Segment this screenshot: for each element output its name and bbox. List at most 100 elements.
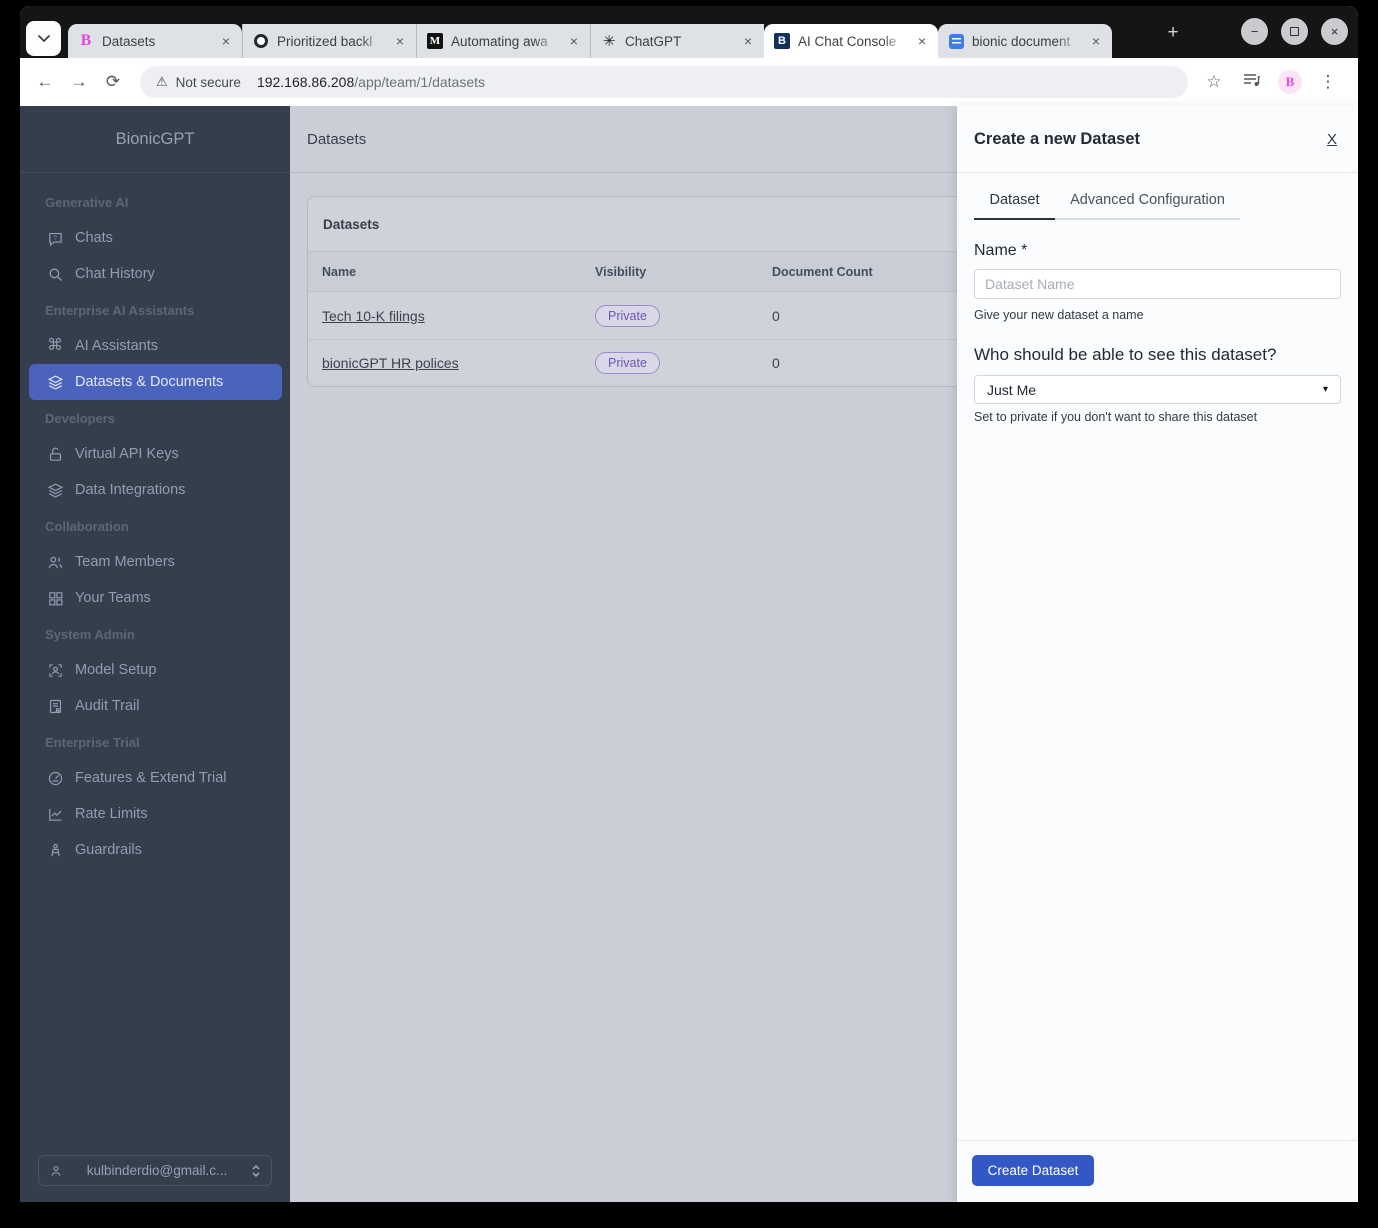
maximize-icon <box>1290 27 1299 36</box>
tab-close-icon[interactable]: × <box>392 33 408 49</box>
sidebar-item-label: Audit Trail <box>75 698 140 714</box>
tab-search-button[interactable] <box>26 21 61 56</box>
sidebar-item-team-members[interactable]: Team Members <box>20 544 290 580</box>
not-secure-warning-icon: ⚠ <box>156 74 168 89</box>
media-playlist-icon[interactable] <box>1240 72 1264 92</box>
visibility-label: Who should be able to see this dataset? <box>974 345 1277 364</box>
playlist-glyph <box>1244 74 1260 86</box>
sidebar-item-ai-assistants[interactable]: ⌘ AI Assistants <box>20 328 290 364</box>
sidebar-item-virtual-api-keys[interactable]: Virtual API Keys <box>20 436 290 472</box>
dataset-link[interactable]: bionicGPT HR polices <box>322 355 459 371</box>
new-tab-button[interactable]: + <box>1160 20 1186 46</box>
audit-document-icon <box>46 697 64 715</box>
sidebar-item-label: Team Members <box>75 554 175 570</box>
tab-automating[interactable]: M Automating awa × <box>416 24 590 58</box>
search-icon <box>46 265 64 283</box>
browser-menu-icon[interactable]: ⋮ <box>1316 72 1340 92</box>
bionicgpt-navy-favicon: B <box>774 33 790 49</box>
sidebar-nav: Generative AI ? Chats Chat History Enter… <box>20 173 290 868</box>
github-favicon <box>253 33 269 49</box>
bionicgpt-extension-icon[interactable]: B <box>1278 70 1302 94</box>
visibility-badge: Private <box>595 304 660 327</box>
sidebar-item-label: AI Assistants <box>75 338 159 354</box>
section-system-admin: System Admin <box>45 626 135 642</box>
chat-bubble-icon: ? <box>46 229 64 247</box>
unlock-icon <box>46 445 64 463</box>
address-bar[interactable]: ⚠ Not secure 192.168.86.208/app/team/1/d… <box>140 66 1188 98</box>
layers-icon <box>46 481 64 499</box>
sidebar-item-your-teams[interactable]: Your Teams <box>20 580 290 616</box>
chevron-down-icon <box>37 34 50 42</box>
minimize-button[interactable]: − <box>1241 18 1268 45</box>
sidebar-item-model-setup[interactable]: Model Setup <box>20 652 290 688</box>
panel-tabs: Dataset Advanced Configuration <box>974 192 1341 220</box>
toolbar-right-cluster: ☆ B ⋮ <box>1202 70 1340 94</box>
security-label[interactable]: Not secure <box>176 75 241 90</box>
docs-favicon <box>948 33 964 49</box>
sidebar-item-rate-limits[interactable]: Rate Limits <box>20 796 290 832</box>
dataset-name-input[interactable] <box>974 269 1341 299</box>
tab-advanced-configuration[interactable]: Advanced Configuration <box>1055 192 1240 220</box>
tab-datasets[interactable]: B Datasets × <box>68 24 242 58</box>
tab-close-icon[interactable]: × <box>740 33 756 49</box>
tab-bionic-document[interactable]: bionic document × <box>938 24 1112 58</box>
visibility-badge: Private <box>595 352 660 374</box>
sidebar-item-datasets-documents[interactable]: Datasets & Documents <box>29 364 282 400</box>
section-generative-ai: Generative AI <box>45 194 129 210</box>
close-panel-button[interactable]: X <box>1327 131 1337 148</box>
user-email: kulbinderdio@gmail.c... <box>86 1163 228 1178</box>
sidebar-item-features-extend-trial[interactable]: Features & Extend Trial <box>20 760 290 796</box>
forward-button[interactable]: → <box>62 65 96 99</box>
layers-icon <box>46 373 64 391</box>
sidebar: BionicGPT Generative AI ? Chats Chat His… <box>20 106 290 1202</box>
sidebar-item-label: Features & Extend Trial <box>75 770 227 786</box>
column-header-name: Name <box>322 264 357 279</box>
browser-window: B Datasets × Prioritized backl × M Autom… <box>20 6 1358 1202</box>
page-title: Datasets <box>307 130 367 148</box>
sidebar-item-chats[interactable]: ? Chats <box>20 220 290 256</box>
sidebar-item-data-integrations[interactable]: Data Integrations <box>20 472 290 508</box>
panel-footer: Create Dataset <box>957 1140 1358 1202</box>
sidebar-item-label: Data Integrations <box>75 482 186 498</box>
sidebar-item-guardrails[interactable]: Guardrails <box>20 832 290 868</box>
create-dataset-button[interactable]: Create Dataset <box>972 1155 1094 1186</box>
tab-dataset[interactable]: Dataset <box>974 192 1055 220</box>
sidebar-item-label: Guardrails <box>75 842 142 858</box>
app-brand: BionicGPT <box>20 106 290 173</box>
panel-title: Create a new Dataset <box>974 129 1140 148</box>
tab-close-icon[interactable]: × <box>1088 33 1104 49</box>
bionicgpt-pink-favicon: B <box>80 32 92 49</box>
sidebar-item-audit-trail[interactable]: Audit Trail <box>20 688 290 724</box>
url-text: 192.168.86.208/app/team/1/datasets <box>257 74 485 90</box>
back-button[interactable]: ← <box>28 65 62 99</box>
section-developers: Developers <box>45 410 116 426</box>
app-content: BionicGPT Generative AI ? Chats Chat His… <box>20 106 1358 1202</box>
tab-prioritized-backlog[interactable]: Prioritized backl × <box>242 24 416 58</box>
user-icon <box>51 1165 61 1176</box>
tab-ai-chat-console-active[interactable]: B AI Chat Console × <box>764 24 938 58</box>
chart-trend-icon <box>46 805 64 823</box>
sidebar-item-chat-history[interactable]: Chat History <box>20 256 290 292</box>
select-caret-icon: ▾ <box>1322 384 1328 395</box>
dataset-link[interactable]: Tech 10-K filings <box>322 308 425 324</box>
panel-header: Create a new Dataset X <box>957 106 1358 173</box>
tab-close-icon[interactable]: × <box>914 33 930 49</box>
reload-button[interactable]: ⟳ <box>96 65 130 99</box>
section-enterprise-trial: Enterprise Trial <box>45 734 140 750</box>
guardrails-person-icon <box>46 841 64 859</box>
panel-body: Dataset Advanced Configuration Name * Gi… <box>957 173 1358 424</box>
user-account-select[interactable]: kulbinderdio@gmail.c... <box>38 1155 272 1186</box>
tab-title: Automating awa <box>451 33 548 49</box>
tab-chatgpt[interactable]: ✳ ChatGPT × <box>590 24 764 58</box>
close-window-button[interactable]: × <box>1321 18 1348 45</box>
tab-close-icon[interactable]: × <box>218 33 234 49</box>
bookmark-star-icon[interactable]: ☆ <box>1202 72 1226 92</box>
gauge-icon <box>46 769 64 787</box>
maximize-button[interactable] <box>1281 18 1308 45</box>
tab-close-icon[interactable]: × <box>566 33 582 49</box>
grid-icon <box>46 589 64 607</box>
visibility-selected-value: Just Me <box>987 381 1037 398</box>
name-help-text: Give your new dataset a name <box>974 308 1144 322</box>
visibility-select[interactable]: Just Me ▾ <box>974 375 1341 404</box>
medium-favicon: M <box>427 33 443 49</box>
